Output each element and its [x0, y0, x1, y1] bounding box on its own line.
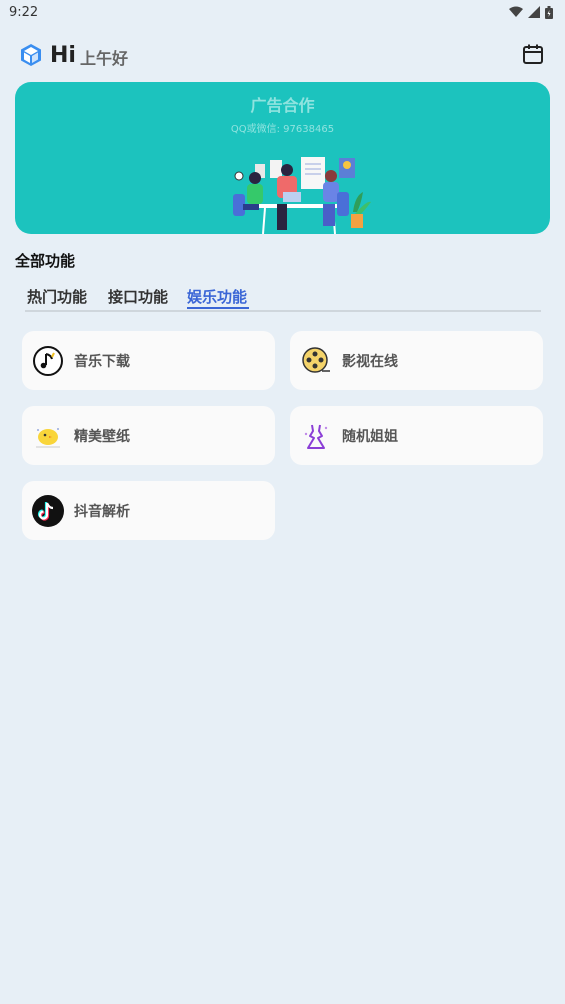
feature-label: 精美壁纸 — [74, 428, 130, 445]
banner-subtitle: QQ或微信: 97638465 — [230, 124, 335, 135]
feature-label: 影视在线 — [342, 353, 398, 370]
status-bar: 9:22 — [0, 0, 565, 24]
banner-title: 广告合作 — [250, 96, 315, 115]
music-note-icon — [33, 345, 63, 376]
calendar-icon[interactable] — [522, 43, 544, 65]
feature-label: 随机姐姐 — [342, 428, 398, 445]
header: Hi 上午好 — [18, 40, 548, 70]
hi-title: Hi — [50, 42, 76, 68]
section-title: 全部功能 — [15, 252, 76, 270]
tiktok-icon — [32, 494, 64, 527]
battery-icon — [545, 5, 553, 19]
wallpaper-chick-icon — [36, 427, 60, 447]
dress-icon — [304, 424, 328, 449]
feature-card-film-online[interactable]: 影视在线 — [290, 331, 543, 390]
cube-logo-icon — [21, 44, 41, 66]
status-time: 9:22 — [9, 4, 39, 20]
film-reel-icon — [302, 346, 330, 373]
tab-hot[interactable]: 热门功能 — [27, 286, 87, 311]
meeting-illustration — [233, 157, 371, 234]
wifi-icon — [509, 6, 523, 17]
tab-bar: 热门功能 接口功能 娱乐功能 — [25, 282, 541, 312]
feature-card-music-download[interactable]: 音乐下载 — [22, 331, 275, 390]
ad-banner[interactable]: 广告合作 QQ或微信: 97638465 — [15, 82, 550, 234]
signal-icon — [528, 6, 540, 18]
feature-label: 音乐下载 — [74, 353, 130, 370]
active-tab-indicator — [187, 307, 249, 309]
greeting-text: 上午好 — [79, 49, 128, 68]
feature-label: 抖音解析 — [74, 503, 130, 520]
tab-api[interactable]: 接口功能 — [108, 286, 168, 311]
feature-card-douyin-parse[interactable]: 抖音解析 — [22, 481, 275, 540]
status-icons — [509, 5, 553, 19]
feature-card-random-girl[interactable]: 随机姐姐 — [290, 406, 543, 465]
feature-card-wallpaper[interactable]: 精美壁纸 — [22, 406, 275, 465]
